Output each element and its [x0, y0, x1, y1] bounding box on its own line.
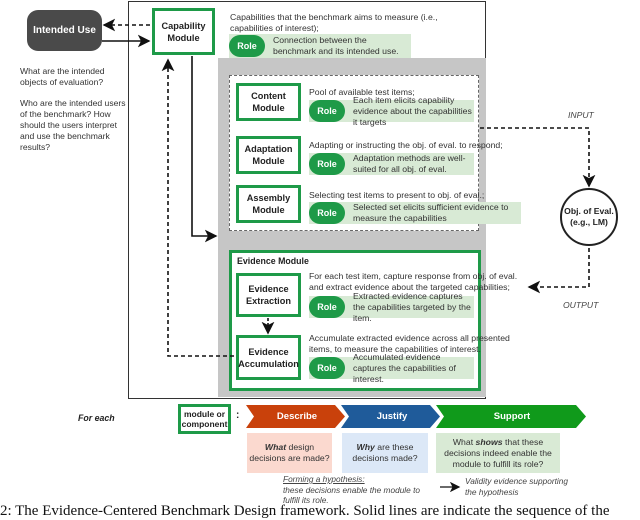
describe-q-bold: What: [264, 442, 287, 452]
hypothesis-title: Forming a hypothesis:: [283, 474, 365, 484]
support-question: What shows that these decisions indeed e…: [436, 433, 560, 473]
support-q-pre: What: [452, 436, 476, 447]
describe-question: What design decisions are made?: [247, 433, 332, 473]
hypothesis-body: these decisions enable the module to ful…: [283, 484, 420, 506]
step-describe-label: Describe: [276, 411, 318, 422]
support-q-bold: shows: [475, 436, 503, 447]
justify-q-bold: Why: [356, 442, 375, 452]
colon: :: [236, 410, 240, 421]
arrow-capability-to-modules: [191, 56, 218, 243]
for-each-label: For each: [78, 413, 115, 423]
hypothesis-note: Forming a hypothesis: these decisions en…: [283, 474, 433, 506]
module-or-component-box: module or component: [178, 404, 231, 434]
arrow-input: [480, 127, 596, 188]
step-justify-label: Justify: [376, 411, 408, 422]
arrow-accumulation-to-capability: [161, 58, 234, 357]
figure-caption: 2: The Evidence-Centered Benchmark Desig…: [0, 503, 610, 519]
arrow-output: [527, 248, 590, 294]
justify-question: Why are these decisions made?: [342, 433, 428, 473]
step-support-label: Support: [493, 411, 531, 422]
validity-note: Validity evidence supporting the hypothe…: [465, 476, 569, 497]
describe-q-rest: design decisions are made?: [249, 442, 330, 463]
